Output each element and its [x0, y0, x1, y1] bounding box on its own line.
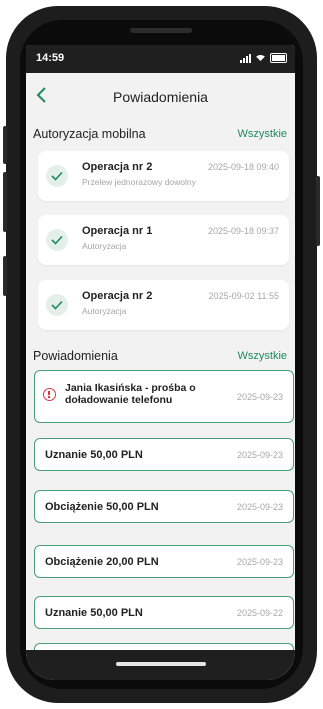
operation-title: Operacja nr 2 — [82, 161, 153, 173]
notification-date: 2025-09-23 — [236, 502, 283, 512]
signal-icon — [240, 53, 251, 63]
operation-date: 2025-09-18 09:40 — [207, 162, 279, 172]
app-header: Powiadomienia — [26, 73, 295, 119]
mobile-auth-section-header: Autoryzacja mobilna Wszystkie — [26, 125, 295, 145]
operation-date: 2025-09-02 11:55 — [208, 291, 279, 301]
notification-item[interactable]: Obciążenie 20,00 PLN 2025-09-23 — [34, 545, 294, 578]
app-screen: 14:59 Powiadomienia Autoryzacja mobilna … — [26, 45, 295, 680]
notification-label: Uznanie 50,00 PLN — [45, 607, 143, 619]
operation-subtitle: Przelew jednorazowy dowolny — [82, 177, 196, 187]
mobile-auth-item[interactable]: Operacja nr 2 Autoryzacja 2025-09-02 11:… — [38, 280, 289, 330]
wifi-icon — [255, 54, 266, 63]
notification-item[interactable]: Uznanie 50,00 PLN 2025-09-23 — [34, 438, 294, 471]
mobile-auth-title: Autoryzacja mobilna — [33, 127, 146, 141]
check-icon — [46, 294, 68, 316]
operation-title: Operacja nr 1 — [82, 225, 153, 237]
power-button — [316, 176, 320, 246]
operation-subtitle: Autoryzacja — [82, 306, 127, 316]
notification-date: 2025-09-23 — [236, 450, 283, 460]
side-switch — [3, 256, 7, 296]
mobile-auth-item[interactable]: Operacja nr 1 Autoryzacja 2025-09-18 09:… — [38, 215, 289, 265]
notification-label: Obciążenie 20,00 PLN — [45, 556, 159, 568]
mobile-auth-item[interactable]: Operacja nr 2 Przelew jednorazowy dowoln… — [38, 151, 289, 201]
home-indicator[interactable] — [116, 662, 206, 666]
notification-label: Uznanie 50,00 PLN — [45, 449, 143, 461]
notification-item[interactable]: Uznanie 50,00 PLN 2025-09-22 — [34, 596, 294, 629]
check-icon — [46, 229, 68, 251]
operation-date: 2025-09-18 09:37 — [207, 226, 279, 236]
status-icons — [240, 53, 287, 63]
operation-title: Operacja nr 2 — [82, 290, 153, 302]
notification-date: 2025-09-23 — [236, 392, 283, 402]
speaker-grille — [130, 28, 192, 33]
notifications-see-all-link[interactable]: Wszystkie — [238, 350, 288, 362]
notification-date: 2025-09-23 — [236, 557, 283, 567]
notification-date: 2025-09-22 — [236, 608, 283, 618]
notification-label: Obciążenie 50,00 PLN — [45, 501, 159, 513]
volume-down-button — [3, 172, 7, 232]
notifications-section-header: Powiadomienia Wszystkie — [26, 347, 295, 367]
alert-icon — [43, 388, 56, 401]
alert-notification[interactable]: Jania Ikasińska - prośba o doładowanie t… — [34, 370, 294, 423]
mobile-auth-see-all-link[interactable]: Wszystkie — [238, 128, 288, 140]
alert-text: Jania Ikasińska - prośba o doładowanie t… — [65, 382, 196, 406]
notifications-title: Powiadomienia — [33, 349, 118, 363]
operation-subtitle: Autoryzacja — [82, 241, 127, 251]
status-bar: 14:59 — [26, 45, 295, 73]
notification-item[interactable]: Obciążenie 50,00 PLN 2025-09-23 — [34, 490, 294, 523]
status-time: 14:59 — [36, 52, 65, 64]
check-icon — [46, 165, 68, 187]
battery-icon — [270, 53, 287, 63]
page-title: Powiadomienia — [113, 89, 208, 105]
volume-up-button — [3, 126, 7, 164]
bottom-bar — [26, 650, 295, 680]
